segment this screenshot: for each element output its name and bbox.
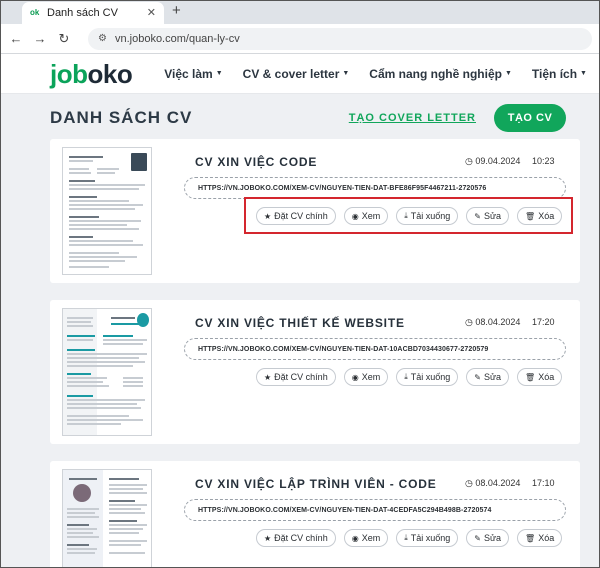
back-arrow-icon[interactable]: ← <box>6 31 26 46</box>
star-icon: ★ <box>264 372 272 382</box>
eye-icon: ◉ <box>351 533 359 543</box>
set-main-cv-button[interactable]: ★ Đặt CV chính <box>256 529 336 547</box>
cv-card: CV XIN VIỆC THIẾT KẾ WEBSITE ◷ 08.04.202… <box>50 300 580 444</box>
url-input[interactable]: ⚙ vn.joboko.com/quan-ly-cv <box>88 27 592 50</box>
clock-icon: ◷ <box>465 317 473 327</box>
clock-icon: ◷ <box>465 156 473 166</box>
joboko-favicon-icon: ok <box>30 8 40 17</box>
browser-address-bar: ← → ↻ ⚙ vn.joboko.com/quan-ly-cv <box>0 24 600 54</box>
site-info-icon[interactable]: ⚙ <box>98 33 107 44</box>
cv-card: CV XIN VIỆC LẬP TRÌNH VIÊN - CODE ◷ 08.0… <box>50 461 580 568</box>
cv-thumbnail[interactable] <box>62 308 152 436</box>
trash-icon: 🗑 <box>525 533 536 543</box>
nav-item-viec-lam[interactable]: Việc làm ▼ <box>164 67 222 81</box>
nav-item-tien-ich[interactable]: Tiện ích ▼ <box>532 67 587 81</box>
cv-date: ◷ 09.04.2024 <box>465 156 521 166</box>
cv-date: ◷ 08.04.2024 <box>465 478 521 488</box>
download-icon: ⤓ <box>404 372 408 381</box>
chevron-down-icon: ▼ <box>504 70 512 77</box>
forward-arrow-icon[interactable]: → <box>30 31 50 46</box>
delete-cv-button[interactable]: 🗑 Xóa <box>517 368 563 386</box>
cv-time: 10:23 <box>532 156 555 166</box>
clock-icon: ◷ <box>465 478 473 488</box>
edit-cv-button[interactable]: ✎ Sửa <box>466 368 510 386</box>
trash-icon: 🗑 <box>525 372 536 382</box>
view-cv-button[interactable]: ◉ Xem <box>343 368 389 386</box>
cv-share-link[interactable]: HTTPS://VN.JOBOKO.COM/XEM-CV/NGUYEN-TIEN… <box>184 338 566 360</box>
cv-card: CV XIN VIỆC CODE ◷ 09.04.2024 10:23 HTTP… <box>50 139 580 283</box>
cv-share-link[interactable]: HTTPS://VN.JOBOKO.COM/XEM-CV/NGUYEN-TIEN… <box>184 177 566 199</box>
eye-icon: ◉ <box>351 372 359 382</box>
pencil-icon: ✎ <box>474 533 481 543</box>
delete-cv-button[interactable]: 🗑 Xóa <box>517 529 563 547</box>
reload-icon[interactable]: ↻ <box>54 31 74 47</box>
star-icon: ★ <box>264 533 272 543</box>
cv-actions: ★ Đặt CV chính ◉ Xem ⤓ Tải xuống ✎ Sửa 🗑 Xóa <box>256 529 563 547</box>
joboko-logo[interactable]: joboko <box>50 61 133 87</box>
download-icon: ⤓ <box>404 533 408 542</box>
pencil-icon: ✎ <box>474 372 481 382</box>
create-cover-letter-link[interactable]: TẠO COVER LETTER <box>349 112 476 124</box>
cv-thumbnail[interactable] <box>62 147 152 275</box>
cv-name[interactable]: CV XIN VIỆC CODE <box>195 155 317 169</box>
nav-item-cv-cover-letter[interactable]: CV & cover letter ▼ <box>243 67 350 81</box>
main-nav: Việc làm ▼ CV & cover letter ▼ Cẩm nang ng… <box>164 67 587 81</box>
edit-cv-button[interactable]: ✎ Sửa <box>466 529 510 547</box>
view-cv-button[interactable]: ◉ Xem <box>343 529 389 547</box>
close-icon[interactable]: ✕ <box>147 6 156 19</box>
browser-tabbar: ok Danh sách CV ✕ + <box>0 0 600 24</box>
site-header: joboko Việc làm ▼ CV & cover letter ▼ Cẩm … <box>0 54 600 94</box>
page-title-row: DANH SÁCH CV TẠO COVER LETTER TẠO CV <box>50 103 566 133</box>
page-title: DANH SÁCH CV <box>50 108 193 127</box>
set-main-cv-button[interactable]: ★ Đặt CV chính <box>256 368 336 386</box>
download-cv-button[interactable]: ⤓ Tải xuống <box>396 529 459 547</box>
cv-name[interactable]: CV XIN VIỆC LẬP TRÌNH VIÊN - CODE <box>195 477 437 491</box>
cv-time: 17:20 <box>532 317 555 327</box>
cv-thumbnail[interactable] <box>62 469 152 568</box>
cv-share-link[interactable]: HTTPS://VN.JOBOKO.COM/XEM-CV/NGUYEN-TIEN… <box>184 499 566 521</box>
cv-name[interactable]: CV XIN VIỆC THIẾT KẾ WEBSITE <box>195 316 405 330</box>
chevron-down-icon: ▼ <box>580 70 587 77</box>
tab-title: Danh sách CV <box>47 7 118 19</box>
chevron-down-icon: ▼ <box>215 70 223 77</box>
cv-time: 17:10 <box>532 478 555 488</box>
browser-tab[interactable]: ok Danh sách CV ✕ <box>22 2 164 24</box>
new-tab-icon[interactable]: + <box>172 2 181 19</box>
download-cv-button[interactable]: ⤓ Tải xuống <box>396 368 459 386</box>
create-cv-button[interactable]: TẠO CV <box>494 104 566 132</box>
chevron-down-icon: ▼ <box>342 70 350 77</box>
cv-actions: ★ Đặt CV chính ◉ Xem ⤓ Tải xuống ✎ Sửa 🗑 Xóa <box>256 368 563 386</box>
cv-date: ◷ 08.04.2024 <box>465 317 521 327</box>
annotation-highlight-box <box>244 197 573 234</box>
nav-item-cam-nang[interactable]: Cẩm nang nghề nghiệp ▼ <box>369 67 512 81</box>
url-text: vn.joboko.com/quan-ly-cv <box>114 32 240 45</box>
